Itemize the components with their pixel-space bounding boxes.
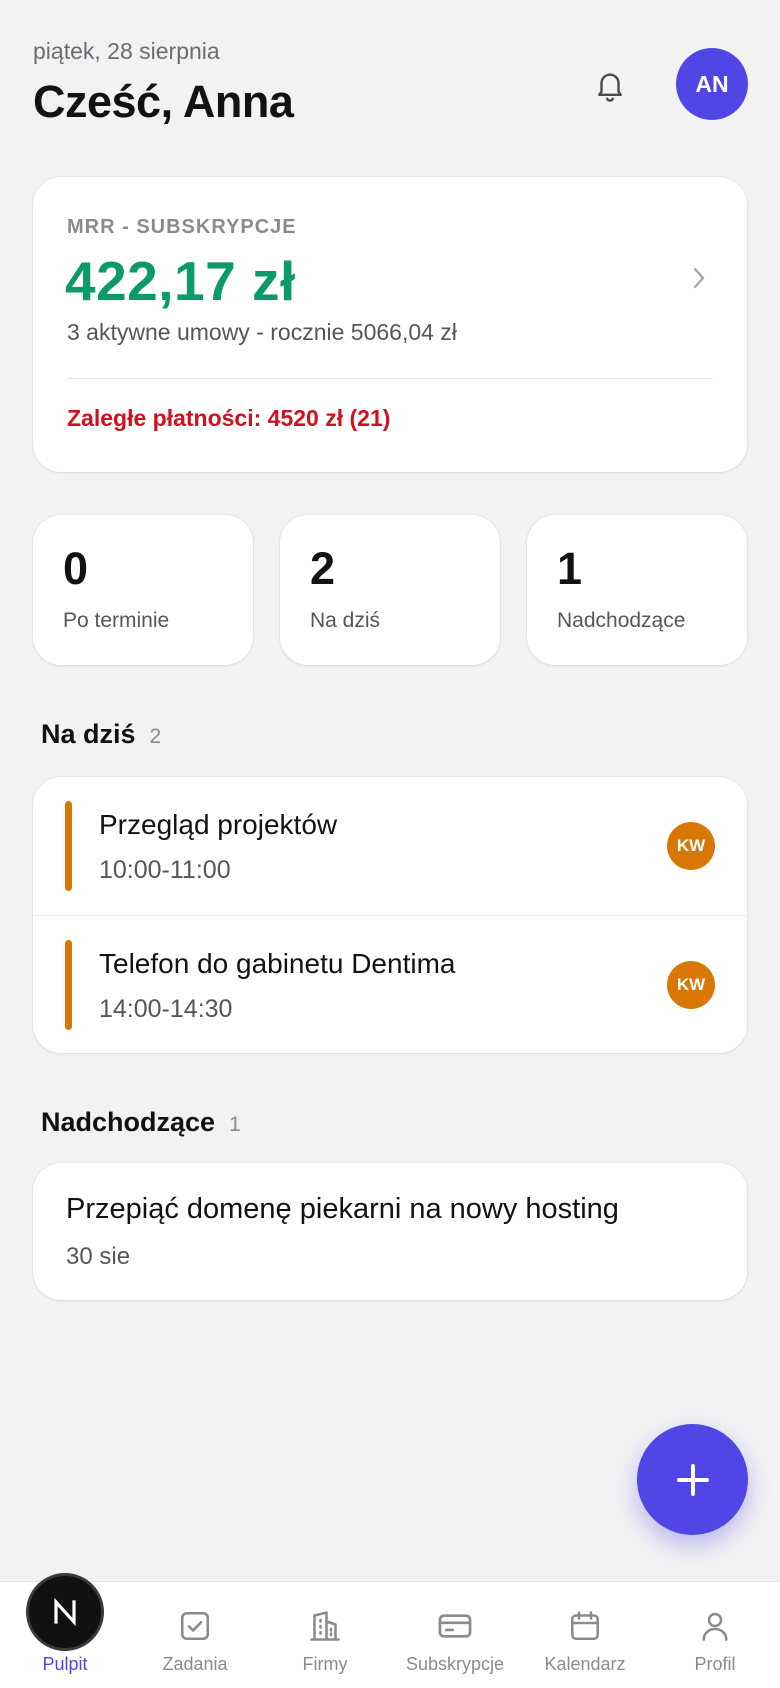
section-upcoming-title: Nadchodzące 1 xyxy=(41,1107,241,1138)
stat-overdue-card[interactable]: 0 Po terminie xyxy=(33,515,253,665)
upcoming-task-item[interactable]: Przepiąć domenę piekarni na nowy hosting… xyxy=(33,1163,747,1300)
add-button[interactable] xyxy=(637,1424,748,1535)
stat-today-card[interactable]: 2 Na dziś xyxy=(280,515,500,665)
calendar-icon xyxy=(565,1606,605,1646)
stat-value: 1 xyxy=(557,543,583,594)
today-task-list: Przegląd projektów 10:00-11:00 KW Telefo… xyxy=(33,777,747,1053)
task-date: 30 sie xyxy=(66,1243,131,1270)
chevron-right-icon xyxy=(691,265,707,296)
task-color-bar xyxy=(65,801,72,891)
plus-icon xyxy=(676,1463,709,1496)
section-count: 2 xyxy=(149,725,162,748)
tab-label: Kalendarz xyxy=(544,1654,626,1674)
bottom-tab-bar: Pulpit Zadania Firmy Subskrypcje Kalenda… xyxy=(0,1573,780,1688)
greeting-title: Cześć, Anna xyxy=(33,76,294,127)
stat-label: Po terminie xyxy=(63,609,170,632)
user-icon xyxy=(695,1606,735,1646)
task-item[interactable]: Przegląd projektów 10:00-11:00 KW xyxy=(33,777,747,915)
tab-pulpit[interactable]: Pulpit xyxy=(0,1573,130,1688)
tab-label: Pulpit xyxy=(42,1654,88,1674)
section-today-title: Na dziś 2 xyxy=(41,719,161,750)
overdue-payments[interactable]: Zaległe płatności: 4520 zł (21) xyxy=(67,405,390,432)
tab-subskrypcje[interactable]: Subskrypcje xyxy=(390,1582,520,1688)
task-time: 14:00-14:30 xyxy=(99,995,233,1023)
date-label: piątek, 28 sierpnia xyxy=(33,38,220,64)
task-title: Przegląd projektów xyxy=(99,809,338,840)
checkbox-icon xyxy=(175,1606,215,1646)
user-avatar[interactable]: AN xyxy=(676,48,748,120)
tab-profil[interactable]: Profil xyxy=(650,1582,780,1688)
tab-label: Zadania xyxy=(162,1654,228,1674)
tab-zadania[interactable]: Zadania xyxy=(130,1582,260,1688)
stat-value: 2 xyxy=(310,543,336,594)
assignee-avatar: KW xyxy=(667,961,715,1009)
task-title: Telefon do gabinetu Dentima xyxy=(99,948,456,979)
stat-upcoming-card[interactable]: 1 Nadchodzące xyxy=(527,515,747,665)
bell-icon[interactable] xyxy=(590,64,630,108)
tab-firmy[interactable]: Firmy xyxy=(260,1582,390,1688)
stat-value: 0 xyxy=(63,543,89,594)
mrr-label: MRR - SUBSKRYPCJE xyxy=(67,216,297,238)
section-title-text: Na dziś xyxy=(41,719,136,749)
stat-label: Na dziś xyxy=(310,609,381,632)
task-color-bar xyxy=(65,940,72,1030)
mrr-card[interactable]: MRR - SUBSKRYPCJE 422,17 zł 3 aktywne um… xyxy=(33,177,747,472)
header: piątek, 28 sierpnia Cześć, Anna AN xyxy=(33,36,748,136)
mrr-subtitle: 3 aktywne umowy - rocznie 5066,04 zł xyxy=(67,319,457,345)
divider xyxy=(67,378,713,379)
tab-label: Profil xyxy=(694,1654,736,1674)
section-count: 1 xyxy=(229,1113,241,1136)
task-item[interactable]: Telefon do gabinetu Dentima 14:00-14:30 … xyxy=(33,915,747,1053)
credit-card-icon xyxy=(435,1606,475,1646)
tab-label: Subskrypcje xyxy=(405,1654,505,1674)
tab-label: Firmy xyxy=(302,1654,348,1674)
assignee-avatar: KW xyxy=(667,822,715,870)
next-logo-icon xyxy=(26,1573,104,1651)
mrr-amount: 422,17 zł xyxy=(65,250,296,312)
stat-label: Nadchodzące xyxy=(557,609,686,632)
building-icon xyxy=(305,1606,345,1646)
tab-kalendarz[interactable]: Kalendarz xyxy=(520,1582,650,1688)
task-time: 10:00-11:00 xyxy=(99,856,231,884)
task-title: Przepiąć domenę piekarni na nowy hosting xyxy=(66,1193,619,1225)
section-title-text: Nadchodzące xyxy=(41,1107,216,1137)
